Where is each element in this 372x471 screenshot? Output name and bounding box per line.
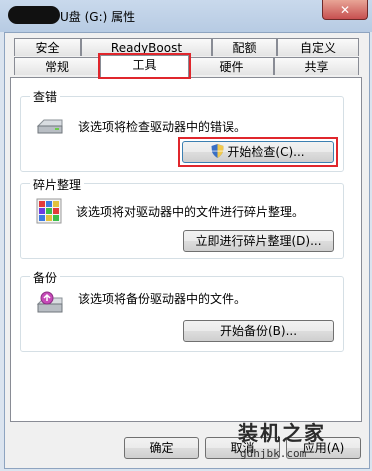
tab-hardware[interactable]: 硬件 <box>189 57 274 75</box>
error-check-title: 查错 <box>30 88 61 105</box>
ok-button[interactable]: 确定 <box>124 437 199 459</box>
title-bar: U盘 (G:) 属性 ✕ <box>0 0 372 32</box>
tab-label: 共享 <box>304 60 329 74</box>
defrag-now-label: 立即进行碎片整理(D)... <box>195 234 322 248</box>
tab-customize[interactable]: 自定义 <box>277 38 359 56</box>
tab-label: 硬件 <box>219 60 244 74</box>
tab-label: 配额 <box>232 41 257 55</box>
watermark-text: 装机之家 <box>238 421 326 445</box>
watermark-url: gdhjbk.com <box>240 447 307 460</box>
window-title: U盘 (G:) 属性 <box>60 10 136 24</box>
backup-icon <box>36 291 63 313</box>
uac-shield-icon <box>211 144 224 158</box>
error-check-description: 该选项将检查驱动器中的错误。 <box>78 120 247 134</box>
backup-now-label: 开始备份(B)... <box>219 324 298 338</box>
tab-tools[interactable]: 工具 <box>100 55 189 77</box>
defrag-icon <box>36 198 62 224</box>
tab-readyboost[interactable]: ReadyBoost <box>81 38 212 56</box>
tab-label: 自定义 <box>299 41 336 55</box>
check-now-label: 开始检查(C)... <box>227 145 305 159</box>
ok-label: 确定 <box>149 441 174 455</box>
tab-label: ReadyBoost <box>110 41 183 55</box>
close-icon: ✕ <box>339 2 351 17</box>
backup-title: 备份 <box>30 269 61 286</box>
backup-now-button[interactable]: 开始备份(B)... <box>183 320 334 342</box>
defrag-title: 碎片整理 <box>30 176 85 193</box>
close-button[interactable]: ✕ <box>322 0 368 20</box>
check-now-button[interactable]: 开始检查(C)... <box>182 141 334 163</box>
tab-label: 常规 <box>44 60 69 74</box>
tab-sharing[interactable]: 共享 <box>274 57 359 75</box>
tab-label: 工具 <box>132 58 157 72</box>
defrag-description: 该选项将对驱动器中的文件进行碎片整理。 <box>76 205 305 219</box>
backup-description: 该选项将备份驱动器中的文件。 <box>78 292 247 306</box>
tab-label: 安全 <box>35 41 60 55</box>
tab-quota[interactable]: 配额 <box>212 38 277 56</box>
tab-general[interactable]: 常规 <box>14 57 100 75</box>
defrag-now-button[interactable]: 立即进行碎片整理(D)... <box>183 230 334 252</box>
tab-security[interactable]: 安全 <box>14 38 81 56</box>
redacted-drive-name <box>8 6 60 24</box>
drive-icon <box>36 119 63 134</box>
